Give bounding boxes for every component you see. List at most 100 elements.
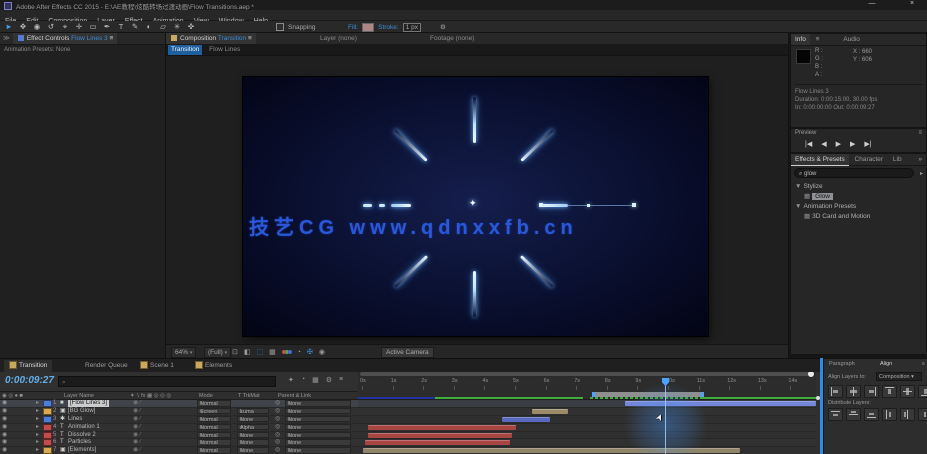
expander-icon[interactable]: ▸ [36,447,39,454]
label-color-swatch[interactable] [43,400,52,407]
layer-duration-bar[interactable] [368,425,516,430]
mode-dropdown[interactable]: Normal ▾ [197,447,231,454]
parent-header[interactable]: Parent & Link [278,392,311,400]
timeline-icon[interactable]: ⚙ [326,376,332,384]
label-color-swatch[interactable] [43,439,52,446]
effects-item[interactable]: ▦Glow [791,192,927,202]
brush-tool[interactable]: ✎ [128,21,142,33]
puppet-pin-tool[interactable]: ✜ [184,21,198,33]
rotation-tool[interactable]: ↺ [44,21,58,33]
layer-duration-bar[interactable] [365,440,510,445]
track-row[interactable] [358,400,816,408]
tab-audio[interactable]: Audio [839,34,864,45]
pickwhip-icon[interactable]: ◎ [275,400,280,407]
layer-switches[interactable]: ◉ ∕ [133,447,141,454]
trkmat-dropdown[interactable]: None ▾ [237,432,269,439]
eye-icon[interactable]: ◉ [2,447,7,454]
layer-duration-bar[interactable] [368,433,512,438]
timeline-search-input[interactable]: ⌕ [58,376,276,387]
distribute-bottom-button[interactable] [864,408,879,421]
trkmat-dropdown[interactable]: None ▾ [237,447,269,454]
shape-tool[interactable]: ▭ [86,21,100,33]
timeline-icon[interactable]: ✦ [288,376,294,384]
selection-tool[interactable]: ► [2,21,16,33]
mode-dropdown[interactable]: Normal ▾ [197,416,231,423]
align-left-button[interactable] [828,385,843,398]
label-color-swatch[interactable] [43,416,52,423]
preview-menu-icon[interactable]: ≡ [918,130,922,136]
type-tool[interactable]: T [114,21,128,33]
layer-name[interactable]: [BG Glow] [68,408,95,415]
parent-dropdown[interactable]: None ▾ [285,439,351,446]
align-top-button[interactable] [882,385,897,398]
layer-name[interactable]: [Elements] [68,447,96,454]
trkmat-dropdown[interactable]: None ▾ [237,416,269,423]
layer-switches[interactable]: ◉ ∕ [133,416,141,423]
track-row[interactable] [358,416,816,424]
first-frame-button[interactable]: |◀ [805,140,812,148]
distribute-right-button[interactable] [918,408,927,421]
current-time-display[interactable]: 0:00:09:27 [5,375,54,386]
pickwhip-icon[interactable]: ◎ [275,408,280,415]
layer-name[interactable]: Lines [68,416,82,423]
gear-icon[interactable]: ⚙ [440,23,446,31]
timeline-tab-4[interactable]: Elements [190,360,237,372]
eye-icon[interactable]: ◉ [2,439,7,446]
expander-icon[interactable]: ▸ [36,424,39,431]
fast-previews-icon[interactable]: ✠ [307,348,313,356]
layer-name[interactable]: [Flow Lines 3] [68,400,109,407]
pickwhip-icon[interactable]: ◎ [275,432,280,439]
expander-icon[interactable]: ▸ [36,416,39,423]
pickwhip-icon[interactable]: ◎ [275,416,280,423]
layer-row[interactable]: ◉▸7▣[Elements]◉ ∕Normal ▾None ▾◎None ▾ [0,447,358,454]
layer-name[interactable]: Particles [68,439,91,446]
layer-name-header[interactable]: Layer Name [64,392,94,400]
trkmat-dropdown[interactable]: Luma ▾ [237,408,269,415]
eye-icon[interactable]: ◉ [2,432,7,439]
timeline-icon[interactable]: ▦ [312,376,319,384]
eye-icon[interactable]: ◉ [2,424,7,431]
trkmat-dropdown[interactable]: Alpha ▾ [237,424,269,431]
trkmat-header[interactable]: T TrkMat [238,392,260,400]
resolution-dropdown[interactable]: (Full) ▾ [204,347,231,358]
expander-icon[interactable]: ▸ [36,439,39,446]
align-menu-icon[interactable]: ≡ [922,361,925,367]
exposure-icon[interactable]: ◔ [297,349,301,356]
layer-switches[interactable]: ◉ ∕ [133,424,141,431]
track-scrollbar[interactable] [816,372,820,454]
layer-name[interactable]: Dissolve 2 [68,432,96,439]
panel-expand-icon[interactable]: ≫ [0,35,13,42]
tab-align[interactable]: Align [880,361,892,367]
tab-character[interactable]: Character [851,154,888,165]
roto-brush-tool[interactable]: ✳ [170,21,184,33]
more-tabs-icon[interactable]: » [914,154,926,165]
pickwhip-icon[interactable]: ◎ [275,424,280,431]
layer-row[interactable]: ◉▸2▣[BG Glow]◉ ∕Screen ▾Luma ▾◎None ▾ [0,408,358,416]
snapping-checkbox[interactable] [276,23,284,31]
timeline-tab-3[interactable]: Scene 1 [135,360,179,372]
pen-tool[interactable]: ✒ [100,21,114,33]
stroke-value[interactable]: 1 px [403,23,421,32]
track-row[interactable] [358,447,816,454]
effects-item[interactable]: ▦3D Card and Motion [791,212,927,222]
camera-view-dropdown[interactable]: Active Camera [381,347,434,358]
mode-dropdown[interactable]: Normal ▾ [197,424,231,431]
pickwhip-icon[interactable]: ◎ [275,447,280,454]
timeline-icon[interactable]: ≡ [339,376,343,384]
timeline-icon[interactable]: ◔ [301,376,305,384]
channel-icon[interactable] [282,349,291,356]
distribute-h-center-button[interactable] [900,408,915,421]
hand-tool[interactable]: ✥ [16,21,30,33]
effects-search-input[interactable]: ⌕ glow [794,168,914,178]
last-frame-button[interactable]: ▶| [864,140,871,148]
search-options-icon[interactable]: ▸ [920,170,923,177]
tab-effect-controls[interactable]: Effect Controls Flow Lines 3 ≡ [13,33,117,44]
mode-dropdown[interactable]: Normal ▾ [197,432,231,439]
eraser-tool[interactable]: ▱ [156,21,170,33]
transparency-grid-icon[interactable]: ▦ [269,348,276,356]
layer-row[interactable]: ◉▸4TAnimation 1◉ ∕Normal ▾Alpha ▾◎None ▾ [0,424,358,432]
panel-menu-icon[interactable]: ≡ [248,35,252,42]
mask-visibility-icon[interactable]: ◧ [244,348,251,356]
tab-composition[interactable]: Composition Transition ≡ [166,33,256,44]
pan-behind-tool[interactable]: ✛ [72,21,86,33]
